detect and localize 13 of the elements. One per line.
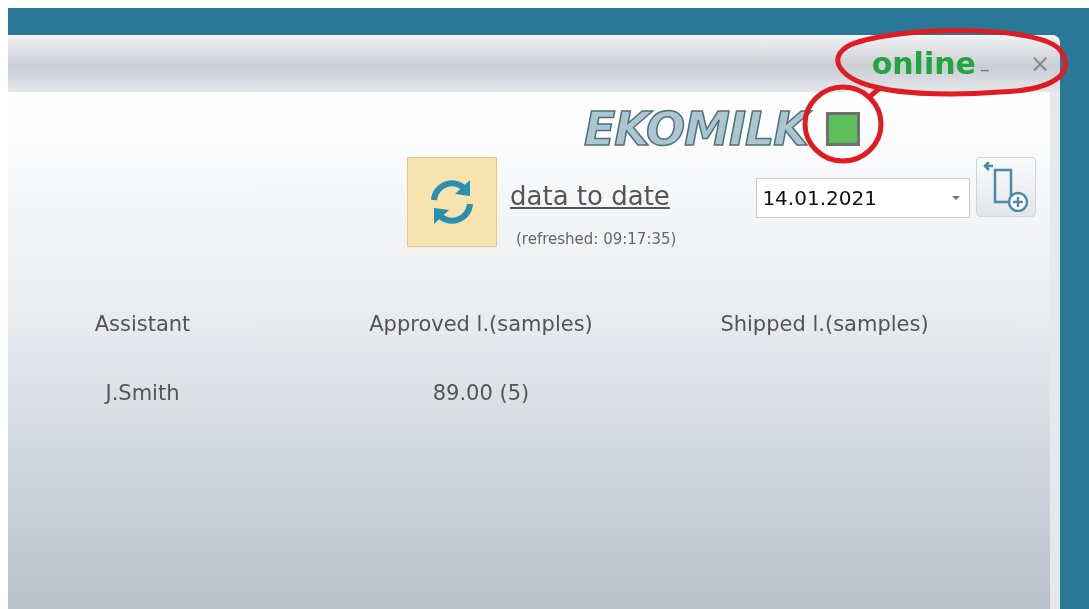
- status-label: online: [871, 48, 976, 79]
- refreshed-time: (refreshed: 09:17:35): [516, 229, 677, 250]
- column-header: Assistant: [94, 311, 191, 336]
- date-field[interactable]: 14.01.2021: [756, 178, 971, 218]
- column-header: Shipped l.(samples): [720, 311, 929, 336]
- table-cell: J.Smith: [105, 381, 180, 405]
- dropdown-caret-icon: [951, 195, 962, 201]
- device-add-icon: [983, 162, 1030, 212]
- data-to-date-link[interactable]: data to date: [510, 177, 677, 216]
- export-button[interactable]: [976, 157, 1037, 217]
- table-cell: 89.00 (5): [432, 381, 530, 405]
- refresh-button[interactable]: [407, 157, 497, 247]
- column-header: Approved l.(samples): [369, 311, 593, 336]
